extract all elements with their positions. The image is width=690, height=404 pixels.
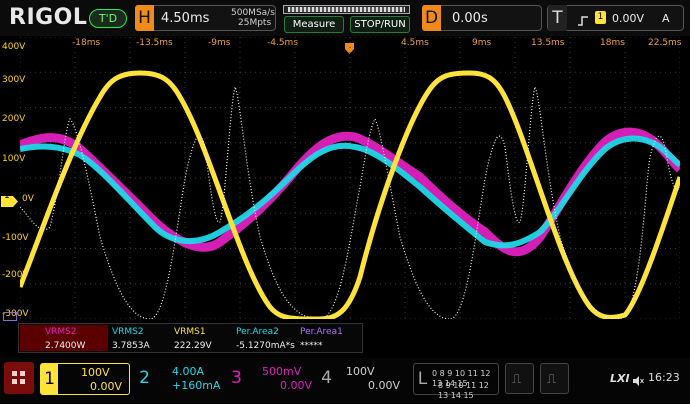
measurement-value: 222.29V [174,341,212,351]
channel-1-number: 1 [41,364,58,394]
channel-3-number: 3 [231,368,242,388]
trigger-label: T [548,5,567,31]
channel-2-offset: +160mA [172,379,221,392]
logic-channels-row2: 8 9 10 11 12 13 14 15 [438,381,489,400]
lxi-icon: LXI [610,372,630,385]
channel-4-panel[interactable]: 4 100V 0.00V [318,363,404,395]
speaker-muted-icon[interactable] [632,372,644,386]
timebase-value: 4.50ms [161,11,210,26]
delay-value: 0.00s [452,11,488,26]
decode-1-icon: ⎍ [512,372,521,387]
waveform-display[interactable] [20,37,680,319]
rigol-logo: RIGOL [9,5,88,30]
measurement-value: ***** [300,341,323,351]
svg-text:⎍: ⎍ [547,372,556,387]
trigger-level: 0.00V [612,12,645,25]
oscilloscope-screen: RIGOL T'D H 4.50ms 500MSa/s 25Mpts Measu… [0,0,690,403]
channel-1-offset: 0.00V [90,380,123,393]
measurement-label: VRMS1 [174,327,206,337]
menu-button[interactable] [4,362,34,394]
channel-3-panel[interactable]: 3 500mV 0.00V [228,363,314,395]
measurement-label: Per.Area1 [300,327,343,337]
trigger-source-icon: 1 [595,11,606,24]
channel-1-panel[interactable]: 1 100V 0.00V [40,363,130,395]
measure-button[interactable]: Measure [284,16,344,33]
measurement-label: VRMS2 [45,327,77,337]
logic-analyzer-panel[interactable]: L 0 8 9 10 11 12 13 14 15 8 9 10 11 12 1… [413,363,499,400]
svg-text:⎍: ⎍ [512,372,521,387]
decode-1-button[interactable]: ⎍ [505,363,534,394]
channel-4-scale: 100V [346,365,375,378]
memory-window [288,7,405,12]
channel-2-panel[interactable]: 2 4.00A +160mA [136,363,223,395]
measurement-value: 3.7853A [112,341,150,351]
delay-label: D [422,5,441,31]
memory-depth: 25Mpts [238,18,272,28]
measurement-value: 2.7400W [45,341,86,351]
channel-1-scale: 100V [81,366,110,379]
measurement-label: Per.Area2 [236,327,279,337]
horizontal-label: H [135,5,154,31]
memory-position-bar[interactable] [283,5,410,14]
trigger-mode: A [662,12,670,25]
ch1-marker-label: 1 [4,191,10,201]
ch1-ground-marker[interactable]: 1 [1,191,18,207]
channel-2-number: 2 [139,368,150,388]
channel-3-offset: 0.00V [280,379,313,392]
top-status-bar: RIGOL T'D H 4.50ms 500MSa/s 25Mpts Measu… [0,0,690,36]
decode-2-icon: ⎍ [547,372,556,387]
clock-time: 16:23 [648,371,680,384]
measurement-value: -5.1270mA*s [236,341,295,351]
ch2-waveform [20,135,680,249]
trigger-status-badge[interactable]: T'D [89,9,127,28]
channel-4-number: 4 [321,368,332,388]
measurement-label: VRMS2 [112,327,144,337]
channel-3-scale: 500mV [262,365,302,378]
measurement-panel[interactable]: VRMS2 2.7400W VRMS2 3.7853A VRMS1 222.29… [18,323,363,353]
grid-icon [12,371,25,384]
channel-4-offset: 0.00V [368,379,401,392]
math-reference-marker[interactable] [3,312,17,321]
channel-2-scale: 4.00A [172,365,205,378]
rising-edge-icon [577,12,589,26]
sample-rate: 500MSa/s [231,8,275,18]
decode-2-button[interactable]: ⎍ [540,363,569,394]
logic-label: L [417,369,428,389]
stop-run-button[interactable]: STOP/RUN [350,16,410,33]
